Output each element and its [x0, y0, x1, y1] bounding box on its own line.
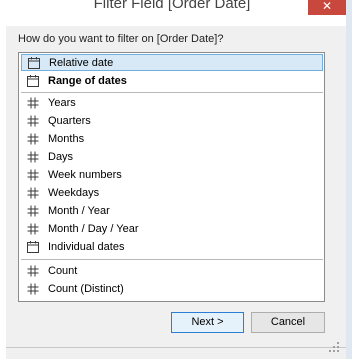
close-icon: ✕ [321, 0, 333, 13]
list-item-label: Count (Distinct) [48, 283, 124, 295]
close-button[interactable]: ✕ [308, 0, 346, 15]
calendar-icon [27, 241, 39, 253]
title-bar[interactable]: Filter Field [Order Date] ✕ [0, 0, 352, 24]
window-border [346, 0, 352, 359]
list-item-relative-date[interactable]: Relative date [21, 54, 323, 71]
hash-icon [27, 97, 39, 109]
list-item-label: Months [48, 133, 85, 145]
list-item-label: Month / Day / Year [48, 223, 139, 235]
list-item-label: Weekdays [48, 187, 100, 199]
hash-icon [27, 283, 39, 295]
calendar-icon [27, 75, 39, 87]
hash-icon [27, 205, 39, 217]
hash-icon [27, 223, 39, 235]
list-item-individual-dates[interactable]: Individual dates [21, 239, 323, 256]
hash-icon [27, 115, 39, 127]
list-item-range-of-dates[interactable]: Range of dates [21, 73, 323, 90]
list-item-label: Week numbers [48, 169, 122, 181]
list-item-years[interactable]: Years [21, 95, 323, 112]
list-item-label: Relative date [49, 57, 114, 69]
hash-icon [27, 151, 39, 163]
filter-prompt: How do you want to filter on [Order Date… [18, 33, 224, 45]
filter-field-dialog: Filter Field [Order Date] ✕ How do you w… [0, 0, 352, 359]
list-item-label: Years [48, 97, 76, 109]
list-item-count[interactable]: Count [21, 263, 323, 280]
list-item-quarters[interactable]: Quarters [21, 113, 323, 130]
list-divider [21, 259, 323, 260]
next-button[interactable]: Next > [171, 312, 244, 333]
list-item-week-numbers[interactable]: Week numbers [21, 167, 323, 184]
list-item-count-distinct[interactable]: Count (Distinct) [21, 281, 323, 298]
hash-icon [27, 133, 39, 145]
hash-icon [27, 169, 39, 181]
hash-icon [27, 265, 39, 277]
filter-type-list[interactable]: Relative date Range of dates Years Quart… [18, 52, 325, 302]
list-item-label: Range of dates [48, 75, 127, 87]
list-item-month-day-year[interactable]: Month / Day / Year [21, 221, 323, 238]
list-divider [21, 92, 323, 93]
calendar-icon [28, 57, 40, 69]
list-item-label: Month / Year [48, 205, 110, 217]
list-item-days[interactable]: Days [21, 149, 323, 166]
list-item-label: Days [48, 151, 74, 163]
status-divider [6, 347, 346, 348]
cancel-button[interactable]: Cancel [251, 312, 325, 333]
list-item-weekdays[interactable]: Weekdays [21, 185, 323, 202]
list-item-label: Individual dates [48, 241, 125, 253]
list-item-month-year[interactable]: Month / Year [21, 203, 323, 220]
list-item-label: Count [48, 265, 78, 277]
resize-grip-icon[interactable] [327, 340, 341, 354]
hash-icon [27, 187, 39, 199]
dialog-title: Filter Field [Order Date] [93, 0, 251, 12]
list-item-months[interactable]: Months [21, 131, 323, 148]
list-item-label: Quarters [48, 115, 91, 127]
